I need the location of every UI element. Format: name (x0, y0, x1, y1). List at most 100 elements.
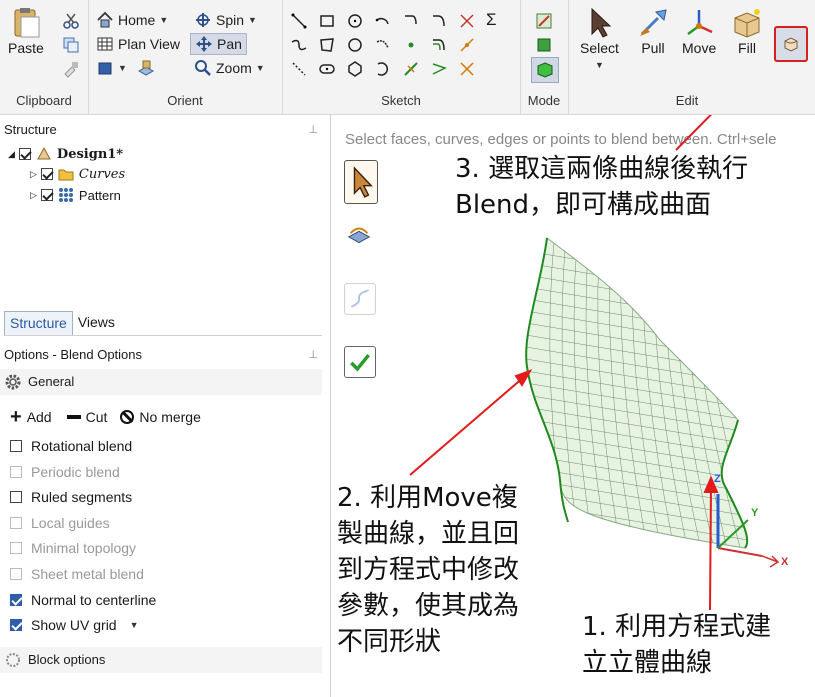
ruled-segments-option[interactable]: Ruled segments (10, 489, 132, 505)
arc-icon[interactable] (374, 12, 392, 30)
tree-curves-row[interactable]: ▷ Curves (30, 165, 125, 183)
pull-button[interactable]: Pull (636, 6, 670, 56)
point-icon[interactable] (402, 36, 420, 54)
collapse-triangle-icon[interactable]: ◢ (8, 149, 15, 160)
sheet-metal-blend-label: Sheet metal blend (31, 566, 144, 582)
chevron-down-icon[interactable]: ▼ (130, 620, 139, 630)
tab-structure[interactable]: Structure (4, 311, 73, 335)
blend-button[interactable] (774, 26, 808, 62)
zoom-label: Zoom (216, 60, 252, 76)
cut-mode-icon[interactable] (66, 415, 81, 419)
line-icon[interactable] (290, 12, 308, 30)
cut-label[interactable]: Cut (86, 409, 108, 425)
sketch-mode-icon[interactable] (535, 12, 553, 30)
design-viewport[interactable]: Select faces, curves, edges or points to… (331, 115, 815, 697)
tree-pattern-label: Pattern (78, 187, 121, 203)
section-mode-icon[interactable] (535, 36, 553, 54)
format-painter-icon[interactable] (62, 60, 80, 78)
polygon-icon[interactable] (318, 36, 336, 54)
ellipse-icon[interactable] (346, 36, 364, 54)
clipboard-group-label: Clipboard (16, 93, 72, 108)
zoom-button[interactable]: Zoom ▼ (194, 59, 265, 77)
rotational-blend-checkbox[interactable] (10, 440, 22, 452)
trim-icon[interactable] (458, 12, 476, 30)
general-label: General (28, 374, 75, 389)
show-uv-grid-checkbox[interactable] (10, 619, 22, 631)
select-arrow-icon (582, 6, 616, 40)
pin-icon[interactable]: ⊥ (308, 344, 318, 366)
chevron-down-icon[interactable]: ▼ (159, 15, 168, 25)
normal-to-centerline-checkbox[interactable] (10, 594, 22, 606)
paste-button[interactable]: Paste (8, 6, 44, 56)
ruled-segments-checkbox[interactable] (10, 491, 22, 503)
project-icon[interactable] (402, 60, 420, 78)
rectangle-icon[interactable] (318, 12, 336, 30)
offset-icon[interactable] (430, 36, 448, 54)
home-label: Home (118, 12, 156, 28)
chevron-down-icon[interactable]: ▼ (248, 15, 257, 25)
tree-pattern-row[interactable]: ▷ Pattern (30, 186, 121, 204)
rotational-blend-option[interactable]: Rotational blend (10, 438, 132, 454)
periodic-blend-checkbox (10, 466, 22, 478)
mode-group: Mode (520, 0, 569, 114)
paste-label: Paste (8, 40, 44, 56)
no-merge-label[interactable]: No merge (139, 409, 200, 425)
add-icon[interactable]: + (10, 407, 22, 427)
view-cube-button[interactable]: ▼ (96, 59, 155, 77)
periodic-blend-option: Periodic blend (10, 464, 120, 480)
surface-face[interactable] (525, 237, 748, 549)
sigma-icon[interactable]: Σ (486, 10, 504, 29)
chevron-down-icon[interactable]: ▼ (256, 63, 265, 73)
split-icon[interactable] (458, 60, 476, 78)
pattern-icon (57, 186, 75, 204)
copy-icon[interactable] (62, 36, 80, 54)
block-options-section-header[interactable]: Block options (0, 647, 322, 673)
construction-line-icon[interactable] (290, 60, 308, 78)
chevron-down-icon[interactable]: ▼ (118, 63, 127, 73)
zoom-icon (194, 59, 212, 77)
visibility-checkbox[interactable] (40, 189, 53, 201)
pan-button[interactable]: Pan (190, 33, 247, 55)
no-merge-icon[interactable] (120, 410, 135, 424)
axis-label-x: X (781, 556, 789, 568)
plan-view-button[interactable]: Plan View (96, 35, 180, 53)
merge-mode-row: + Add Cut No merge (10, 407, 201, 427)
spin-button[interactable]: Spin ▼ (194, 11, 257, 29)
cut-icon[interactable] (62, 12, 80, 30)
extend-icon[interactable] (458, 36, 476, 54)
local-guides-checkbox (10, 517, 22, 529)
3d-mode-icon[interactable] (531, 57, 559, 83)
annotation-step-2: 2. 利用Move複 製曲線，並且回 到方程式中修改 參數，使其成為 不同形狀 (337, 483, 520, 657)
tab-views[interactable]: Views (73, 311, 120, 335)
three-point-arc-icon[interactable] (374, 36, 392, 54)
ribbon: Paste Clipboard Home ▼ Plan View ▼ Spin … (0, 0, 815, 115)
tree-root-row[interactable]: ◢ Design1* (8, 145, 123, 163)
arc-center-icon[interactable] (374, 60, 392, 78)
tangent-arc-icon[interactable] (430, 12, 448, 30)
show-uv-grid-option[interactable]: Show UV grid ▼ (10, 617, 139, 633)
sweep-arc-icon[interactable] (402, 12, 420, 30)
home-button[interactable]: Home ▼ (96, 11, 168, 29)
chevron-down-icon[interactable]: ▼ (595, 60, 604, 70)
spline-icon[interactable] (290, 36, 308, 54)
general-section-header[interactable]: General (0, 369, 322, 395)
visibility-checkbox[interactable] (40, 168, 53, 180)
normal-to-centerline-option[interactable]: Normal to centerline (10, 592, 156, 608)
slot-icon[interactable] (318, 60, 336, 78)
edit-group: Select ▼ Pull Move Fill Edit (568, 0, 808, 114)
rotational-blend-label: Rotational blend (31, 438, 133, 454)
snap-view-icon[interactable] (137, 59, 155, 77)
visibility-checkbox[interactable] (18, 148, 31, 160)
polygon-circle-icon[interactable] (346, 60, 364, 78)
circle-icon[interactable] (346, 12, 364, 30)
options-panel-title: Options - Blend Options (4, 347, 143, 362)
add-label[interactable]: Add (27, 409, 52, 425)
bend-icon[interactable] (430, 60, 448, 78)
select-button[interactable]: Select ▼ (580, 6, 619, 70)
fill-button[interactable]: Fill (730, 6, 764, 56)
expand-triangle-icon[interactable]: ▷ (30, 190, 37, 201)
pan-label: Pan (217, 36, 242, 52)
move-button[interactable]: Move (682, 6, 716, 56)
expand-triangle-icon[interactable]: ▷ (30, 169, 37, 180)
pin-icon[interactable]: ⊥ (308, 119, 318, 141)
